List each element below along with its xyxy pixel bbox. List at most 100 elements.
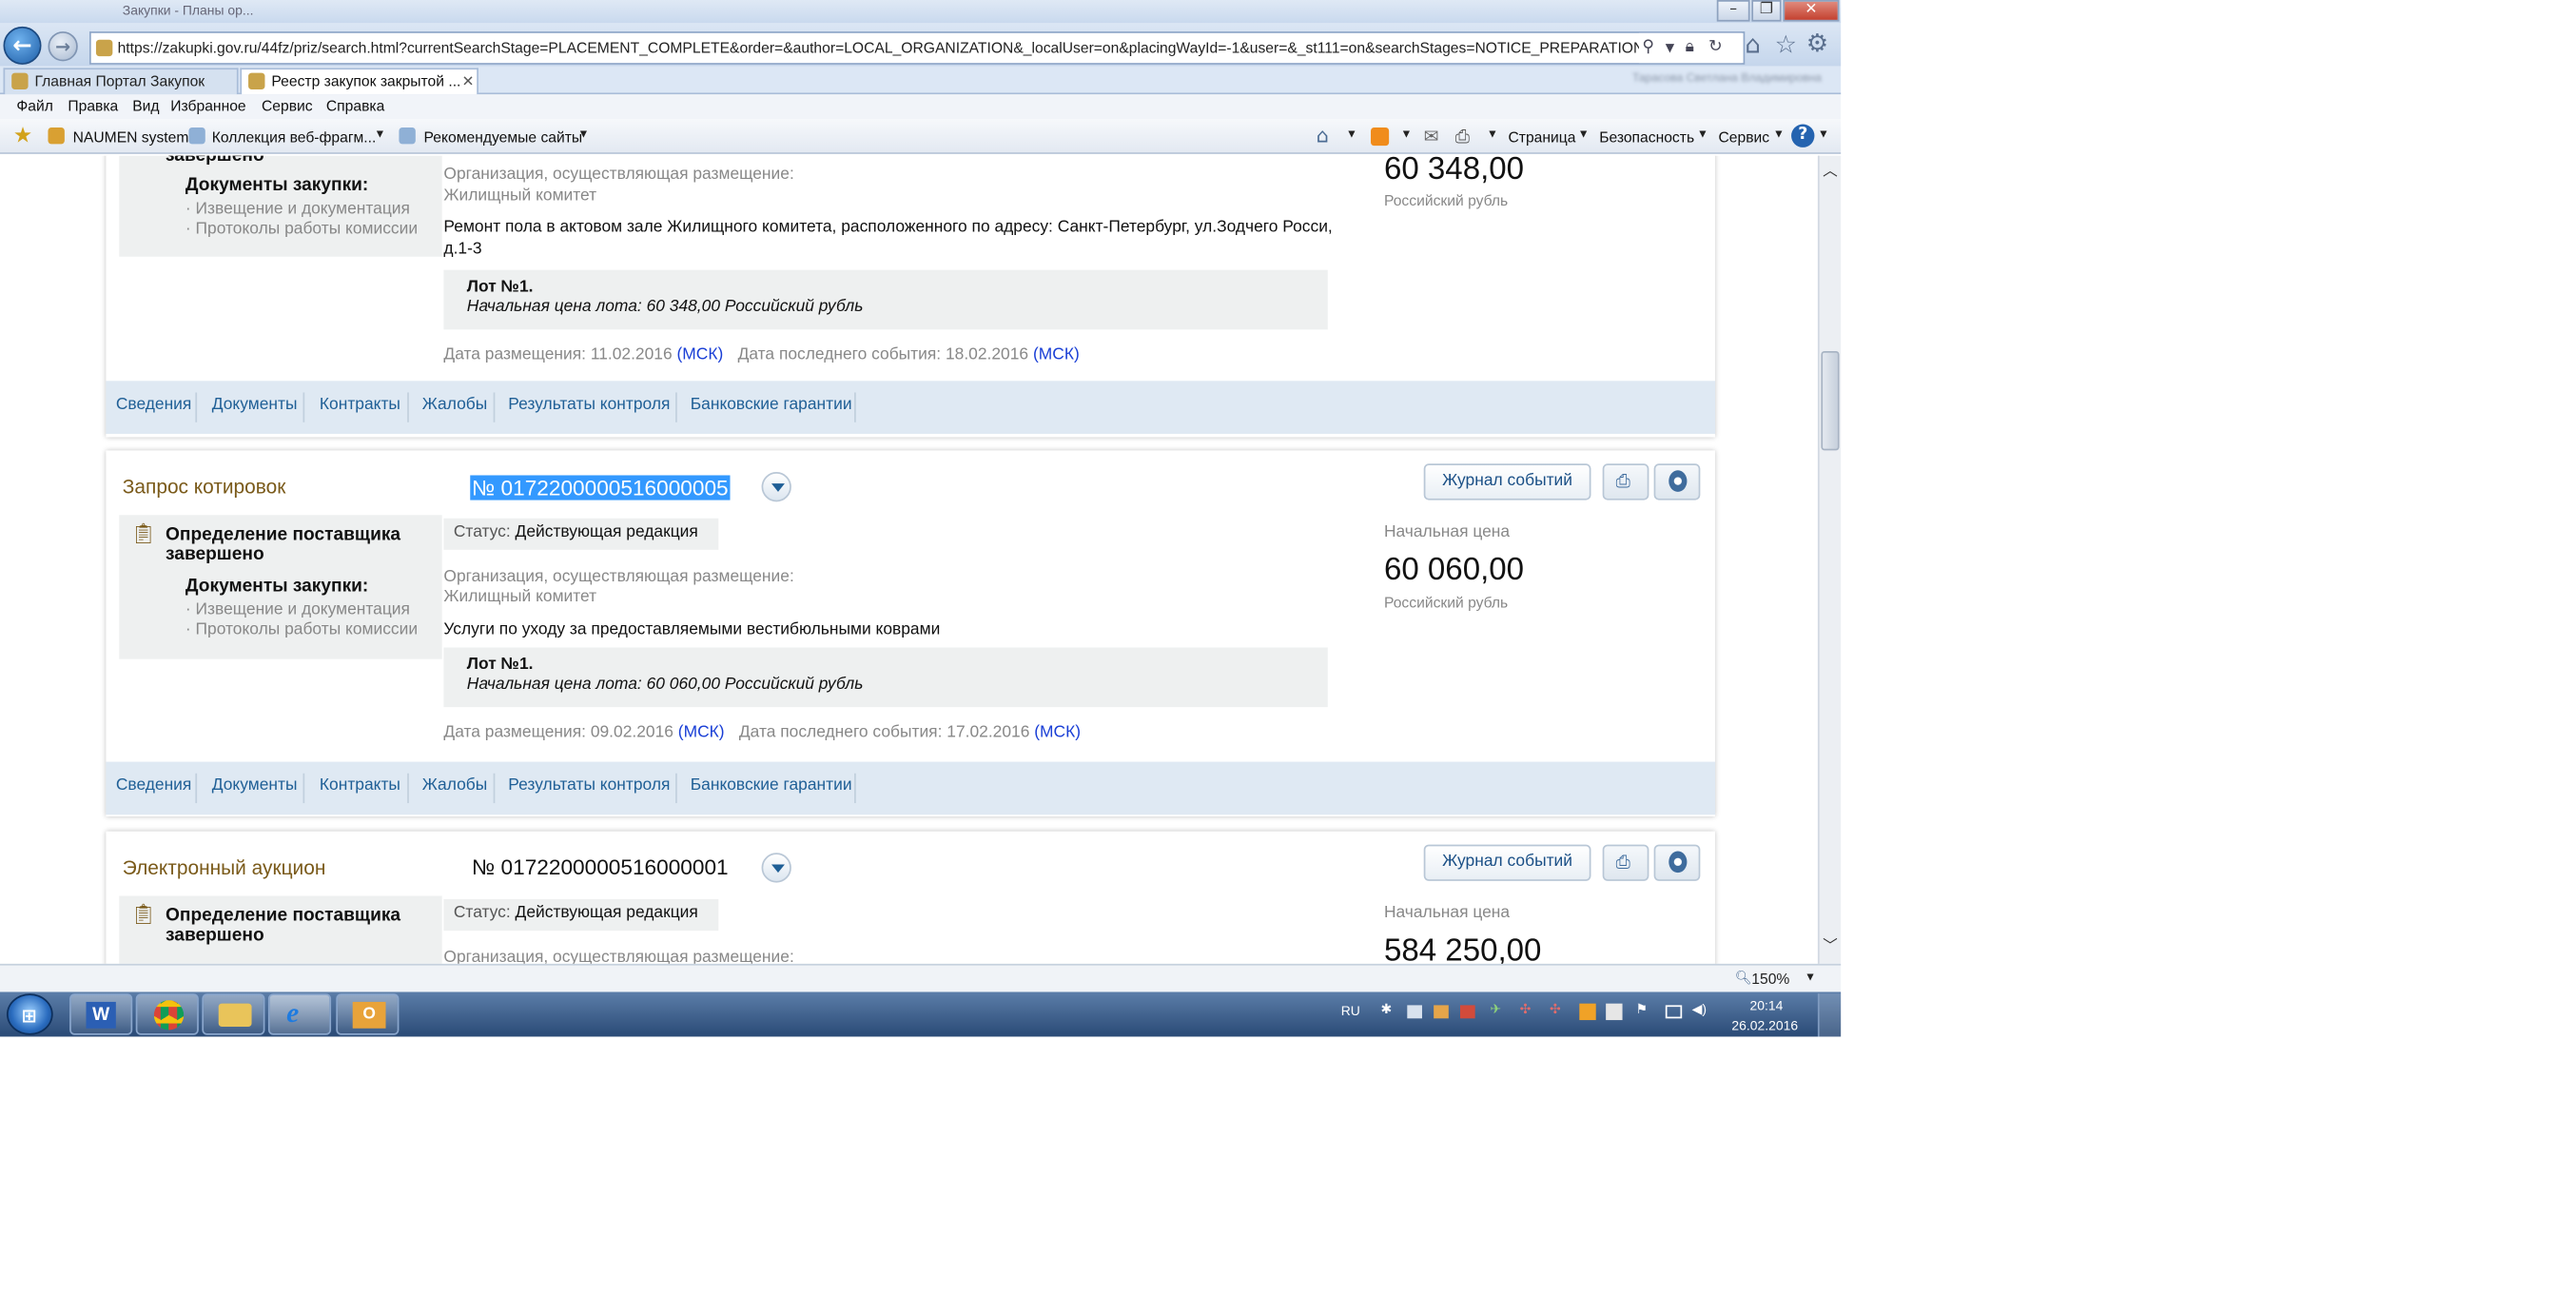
maximize-button[interactable]: ❐ xyxy=(1751,0,1782,22)
clock-time[interactable]: 20:14 xyxy=(1750,998,1784,1013)
tray-app-icon[interactable]: ✣ xyxy=(1520,1002,1532,1017)
tab-info[interactable]: Сведения xyxy=(116,776,192,795)
lock-icon[interactable]: 🔒︎ xyxy=(1686,33,1694,63)
cmd-page[interactable]: Страница xyxy=(1508,129,1575,146)
number-dropdown-button[interactable] xyxy=(761,853,791,883)
taskbar-chrome[interactable] xyxy=(135,993,199,1035)
menu-favorites[interactable]: Избранное xyxy=(170,98,245,114)
back-button[interactable]: ← xyxy=(3,26,42,65)
tab-documents[interactable]: Документы xyxy=(212,396,298,414)
dropdown-arrow-icon[interactable]: ▼ xyxy=(1578,129,1590,141)
language-indicator[interactable]: RU xyxy=(1341,1004,1360,1019)
mail-icon[interactable]: ✉ xyxy=(1424,126,1439,147)
org-name[interactable]: Жилищный комитет xyxy=(443,187,596,206)
org-name[interactable]: Жилищный комитет xyxy=(443,588,596,606)
home-icon[interactable]: ⌂ xyxy=(1745,29,1761,59)
menu-edit[interactable]: Правка xyxy=(68,98,118,114)
tray-app-icon[interactable] xyxy=(1407,1005,1422,1019)
show-desktop-button[interactable] xyxy=(1817,993,1842,1037)
docs-link-notice[interactable]: · Извещение и документация xyxy=(185,601,410,619)
tray-app-icon[interactable] xyxy=(1434,1005,1449,1019)
purchase-number[interactable]: № 0172200000516000001 xyxy=(472,854,729,879)
zoom-level[interactable]: 150% xyxy=(1751,971,1789,987)
cmd-security[interactable]: Безопасность xyxy=(1599,129,1694,146)
docs-link-protocols[interactable]: · Протоколы работы комиссии xyxy=(185,220,418,238)
print-button[interactable]: ⎙ xyxy=(1602,463,1649,500)
taskbar-explorer[interactable] xyxy=(202,993,265,1035)
home-icon[interactable]: ⌂ xyxy=(1317,125,1329,147)
menu-help[interactable]: Справка xyxy=(326,98,384,114)
dropdown-arrow-icon[interactable]: ▼ xyxy=(1666,33,1674,63)
purchase-description[interactable]: Услуги по уходу за предоставляемыми вест… xyxy=(443,619,1337,641)
tab-contracts[interactable]: Контракты xyxy=(320,396,400,414)
taskbar-ie[interactable]: e xyxy=(267,993,332,1035)
scroll-down-icon[interactable]: ﹀ xyxy=(1823,934,1838,955)
docs-link-notice[interactable]: · Извещение и документация xyxy=(185,201,410,219)
tab-home-portal[interactable]: Главная Портал Закупок xyxy=(3,68,239,95)
print-button[interactable]: ⎙ xyxy=(1602,844,1649,881)
address-bar[interactable]: https://zakupki.gov.ru/44fz/priz/search.… xyxy=(88,31,1746,65)
tray-app-icon[interactable]: ✣ xyxy=(1550,1002,1561,1017)
close-window-button[interactable]: ✕ xyxy=(1783,0,1840,22)
dropdown-arrow-icon[interactable]: ▼ xyxy=(1773,129,1785,141)
number-dropdown-button[interactable] xyxy=(761,472,791,502)
fav-web-slices[interactable]: Коллекция веб-фрагм... xyxy=(212,129,377,146)
refresh-icon[interactable]: ↻ xyxy=(1708,33,1723,63)
monitor-icon[interactable] xyxy=(1665,1005,1683,1019)
fav-suggested[interactable]: Рекомендуемые сайты xyxy=(424,129,583,146)
favorites-star-icon[interactable]: ☆ xyxy=(1775,29,1797,59)
tab-bank-guarantees[interactable]: Банковские гарантии xyxy=(691,776,852,795)
certificate-button[interactable] xyxy=(1653,463,1701,500)
tab-control-results[interactable]: Результаты контроля xyxy=(508,396,670,414)
dropdown-arrow-icon[interactable]: ▼ xyxy=(1487,129,1498,141)
fav-naumen[interactable]: NAUMEN system xyxy=(73,129,189,146)
help-icon[interactable]: ? xyxy=(1791,124,1815,147)
forward-button[interactable]: → xyxy=(48,31,78,62)
gear-icon[interactable]: ⚙ xyxy=(1806,29,1828,58)
menu-view[interactable]: Вид xyxy=(132,98,159,114)
rss-icon[interactable] xyxy=(1371,128,1390,147)
scrollbar-thumb[interactable] xyxy=(1821,350,1840,451)
network-icon[interactable]: ✈ xyxy=(1490,1002,1501,1017)
close-tab-icon[interactable]: ✕ xyxy=(462,69,475,92)
tray-app-icon[interactable] xyxy=(1606,1003,1623,1021)
purchase-number-text[interactable]: № 0172200000516000005 xyxy=(470,475,731,500)
start-button[interactable]: ⊞ xyxy=(6,993,53,1035)
journal-button[interactable]: Журнал событий xyxy=(1423,463,1591,500)
menu-tools[interactable]: Сервис xyxy=(262,98,313,114)
favorites-star-icon[interactable]: ★ xyxy=(13,125,32,149)
journal-button[interactable]: Журнал событий xyxy=(1423,844,1591,881)
search-icon[interactable]: ⚲ xyxy=(1642,33,1654,63)
docs-link-protocols[interactable]: · Протоколы работы комиссии xyxy=(185,621,418,639)
bluetooth-icon[interactable]: ✱ xyxy=(1380,1002,1392,1017)
vertical-scrollbar[interactable]: ︿ ﹀ xyxy=(1817,155,1842,964)
clock-date[interactable]: 26.02.2016 xyxy=(1731,1018,1798,1033)
dropdown-arrow-icon[interactable]: ▼ xyxy=(577,129,589,141)
tab-control-results[interactable]: Результаты контроля xyxy=(508,776,670,795)
tab-info[interactable]: Сведения xyxy=(116,396,192,414)
tab-complaints[interactable]: Жалобы xyxy=(422,776,487,795)
tab-bank-guarantees[interactable]: Банковские гарантии xyxy=(691,396,852,414)
dropdown-arrow-icon[interactable]: ▼ xyxy=(374,129,385,141)
tab-complaints[interactable]: Жалобы xyxy=(422,396,487,414)
dropdown-arrow-icon[interactable]: ▼ xyxy=(1346,129,1357,141)
purchase-number[interactable]: № 0172200000516000005 xyxy=(470,474,731,503)
minimize-button[interactable]: – xyxy=(1716,0,1750,22)
dropdown-arrow-icon[interactable]: ▼ xyxy=(1818,129,1829,141)
print-icon[interactable]: ⎙ xyxy=(1455,126,1470,148)
taskbar-outlook[interactable]: O xyxy=(336,993,400,1035)
tab-registry[interactable]: Реестр закупок закрытой ... ✕ xyxy=(240,68,478,95)
dropdown-arrow-icon[interactable]: ▼ xyxy=(1697,129,1708,141)
dropdown-arrow-icon[interactable]: ▼ xyxy=(1805,972,1816,984)
tab-contracts[interactable]: Контракты xyxy=(320,776,400,795)
tray-app-icon[interactable] xyxy=(1459,1005,1475,1019)
tab-documents[interactable]: Документы xyxy=(212,776,298,795)
taskbar-word[interactable]: W xyxy=(69,993,133,1035)
scroll-up-icon[interactable]: ︿ xyxy=(1823,159,1838,180)
purchase-description[interactable]: Ремонт пола в актовом зале Жилищного ком… xyxy=(443,217,1337,260)
volume-icon[interactable]: ◀) xyxy=(1692,1002,1707,1017)
menu-file[interactable]: Файл xyxy=(16,98,53,114)
outlook-tray-icon[interactable] xyxy=(1579,1003,1596,1021)
certificate-button[interactable] xyxy=(1653,844,1701,881)
dropdown-arrow-icon[interactable]: ▼ xyxy=(1400,129,1412,141)
